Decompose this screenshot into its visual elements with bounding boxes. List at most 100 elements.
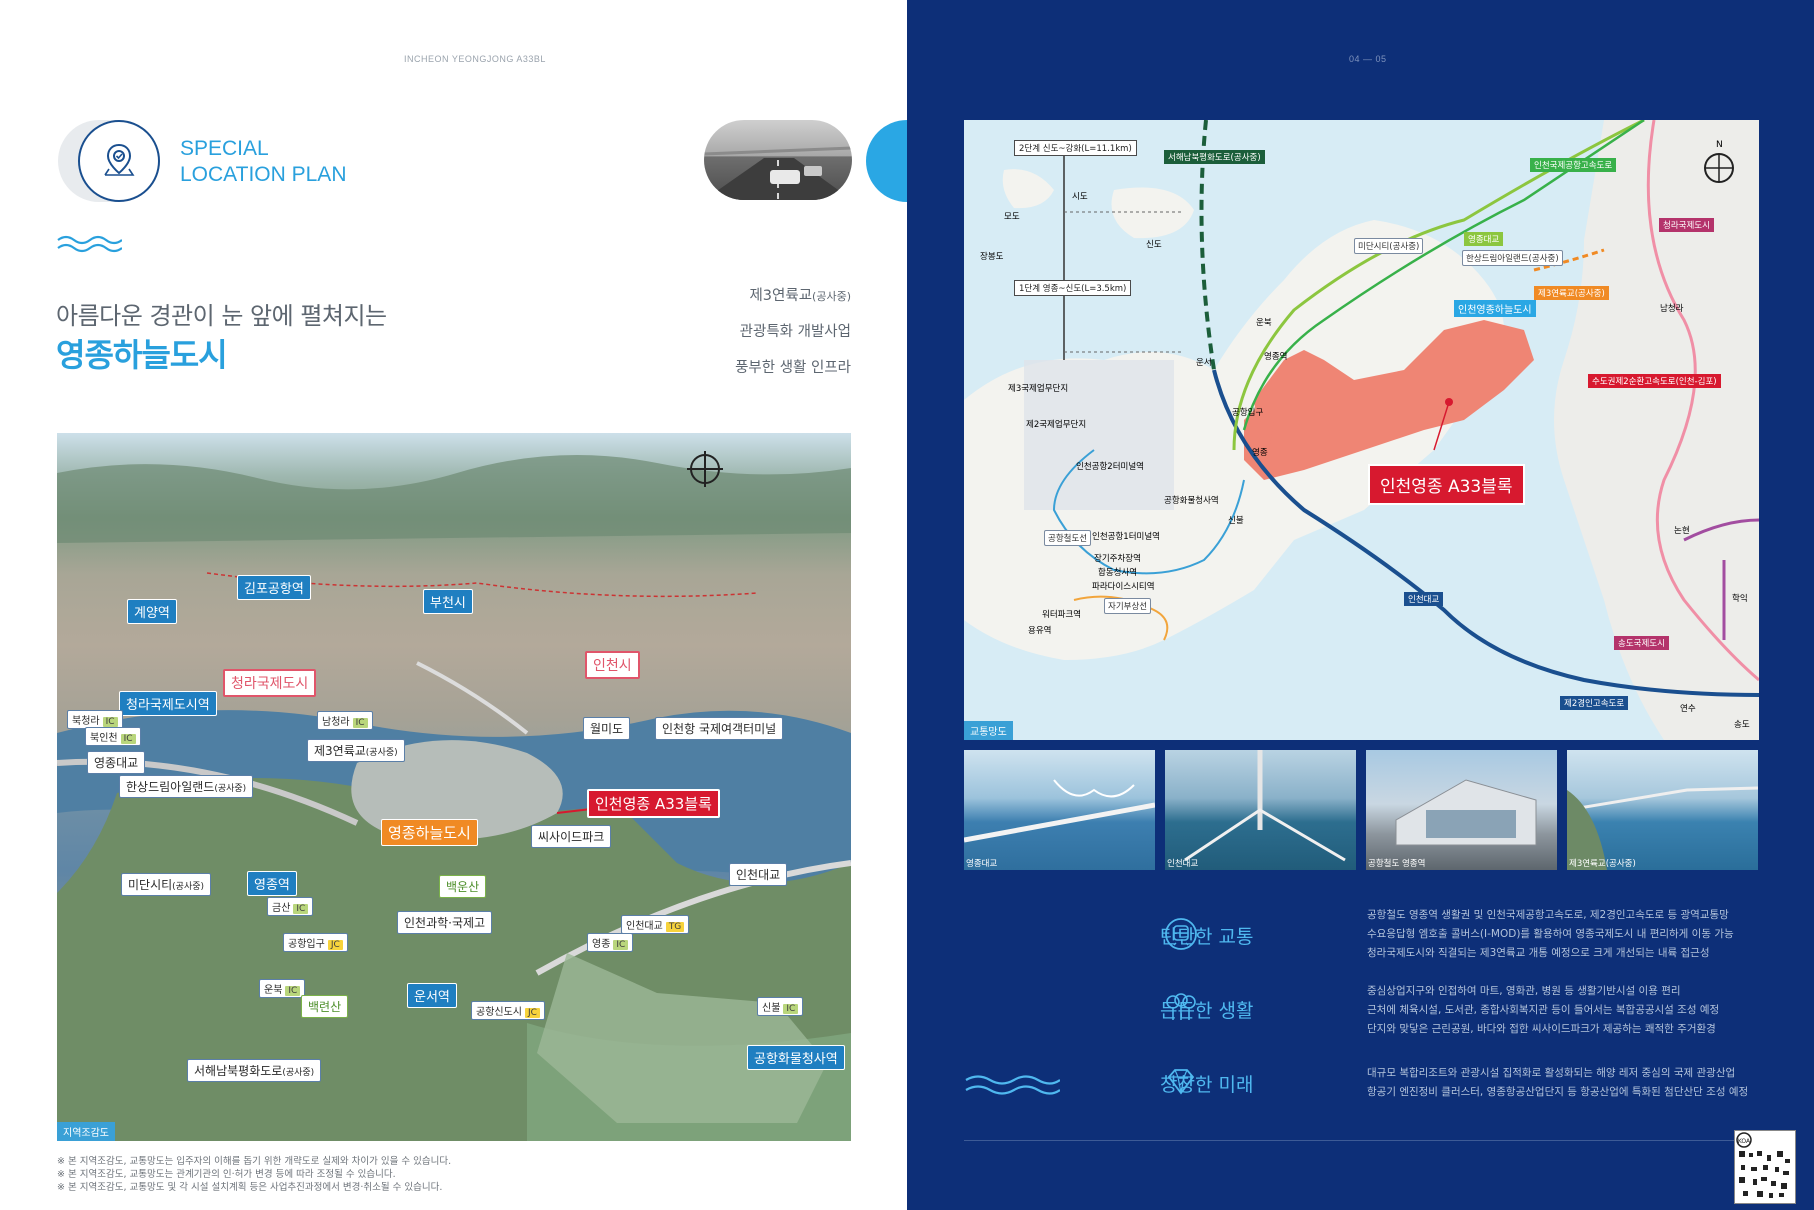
feature-item: 풍부한 생활 인프라 bbox=[735, 360, 851, 376]
photo-bridge3: 제3연륙교(공사중) bbox=[1567, 750, 1758, 870]
right-header: 04 — 05 bbox=[1349, 54, 1387, 64]
label-gimpo-airport: 김포공항역 bbox=[237, 575, 311, 600]
note-line: ※ 본 지역조감도, 교통망도는 입주자의 이해를 돕기 위한 개략도로 실제와… bbox=[57, 1156, 452, 1167]
label-cargo: 공항화물청사역 bbox=[1164, 496, 1219, 506]
aerial-map: 김포공항역 계양역 부천시 인천시 청라국제도시 청라국제도시역 북청라 IC 북… bbox=[57, 433, 851, 1141]
label-bukincheon: 북인천 IC bbox=[85, 727, 141, 746]
label-industrial3: 제3국제업무단지 bbox=[1008, 384, 1069, 394]
label-science-high: 인천과학·국제고 bbox=[397, 911, 493, 934]
label-cheongna: 청라국제도시 bbox=[1659, 218, 1714, 232]
label-airport-entrance: 공항입구 JC bbox=[283, 933, 348, 952]
label-expressway2: 제2경인고속도로 bbox=[1560, 696, 1629, 710]
label-yeongjong-sky-city: 영종하늘도시 bbox=[381, 819, 478, 846]
photo-caption: 제3연륙교(공사중) bbox=[1569, 859, 1636, 869]
label-expressway1: 인천국제공항고속도로 bbox=[1530, 158, 1617, 172]
label-sindo: 신도 bbox=[1146, 240, 1162, 250]
label-sido: 시도 bbox=[1072, 192, 1088, 202]
headline-strong: 영종하늘도시 bbox=[56, 336, 228, 374]
label-incheon-city: 인천시 bbox=[585, 651, 640, 679]
benefit-description: 공항철도 영종역 생활권 및 인천국제공항고속도로, 제2경인고속도로 등 광역… bbox=[1367, 909, 1734, 959]
label-industrial2: 제2국제업무단지 bbox=[1026, 420, 1087, 430]
label-seaside-park: 씨사이드파크 bbox=[531, 825, 612, 848]
label-songdo: 송도국제도시 bbox=[1614, 636, 1669, 650]
label-a33-block: 인천영종 A33블록 bbox=[587, 789, 720, 818]
label-cruise-terminal: 인천항 국제여객터미널 bbox=[655, 717, 784, 740]
label-incheon-bridge: 인천대교 bbox=[1404, 592, 1444, 606]
label-seohae-road: 서해남북평화도로(공사중) bbox=[1164, 150, 1265, 164]
photo-caption: 인천대교 bbox=[1167, 859, 1199, 869]
label-incheon-bridge: 인천대교 bbox=[729, 863, 788, 886]
label-bridge3: 제3연륙교(공사중) bbox=[1534, 286, 1609, 300]
label-seohae-road: 서해남북평화도로(공사중) bbox=[187, 1059, 322, 1082]
label-waterpark: 워터파크역 bbox=[1042, 610, 1082, 620]
benefit-title: 창창한 미래 bbox=[1160, 1074, 1254, 1096]
label-midan: 미단시티(공사중) bbox=[1354, 238, 1424, 254]
qr-code: KOA bbox=[1734, 1130, 1796, 1204]
label-yongyu: 용유역 bbox=[1028, 626, 1052, 636]
label-gyeyang: 계양역 bbox=[127, 599, 177, 624]
label-songdo-ic: 송도 bbox=[1734, 720, 1750, 730]
photo-yeongjong-bridge: 영종대교 bbox=[964, 750, 1155, 870]
label-midan: 미단시티(공사중) bbox=[121, 873, 212, 896]
label-hansang: 한상드림아일랜드(공사중) bbox=[119, 775, 254, 798]
label-geumsan: 금산 IC bbox=[267, 897, 314, 916]
benefit-title: 탄탄한 교통 bbox=[1160, 926, 1254, 948]
photo-caption: 공항철도 영종역 bbox=[1368, 859, 1426, 869]
label-sky-city: 인천영종하늘도시 bbox=[1454, 300, 1536, 317]
label-airport-entrance: 공항입구 bbox=[1232, 408, 1264, 418]
feature-item: 제3연륙교(공사중) bbox=[749, 288, 851, 304]
section-title-line2: LOCATION PLAN bbox=[180, 163, 347, 186]
label-yeongjong-bridge: 영종대교 bbox=[87, 751, 146, 774]
label-airport-rail: 공항철도선 bbox=[1044, 530, 1092, 546]
note-line: ※ 본 지역조감도, 교통망도 및 각 시설 설치계획 등은 사업추진과정에서 … bbox=[57, 1182, 443, 1193]
label-hakik: 학익 bbox=[1732, 594, 1748, 604]
section-title-line1: SPECIAL bbox=[180, 137, 269, 160]
feature-item: 관광특화 개발사업 bbox=[739, 324, 851, 340]
label-cheongna-station: 청라국제도시역 bbox=[119, 691, 217, 716]
label-unbuk: 운북 IC bbox=[259, 979, 306, 998]
label-jangbongdo: 장봉도 bbox=[980, 252, 1004, 262]
headline: 아름다운 경관이 눈 앞에 펼쳐지는 bbox=[56, 302, 387, 330]
svg-text:KOA: KOA bbox=[1738, 1138, 1751, 1145]
benefit-title: 든든한 생활 bbox=[1160, 1000, 1254, 1022]
label-longterm: 장기주차장역 bbox=[1094, 554, 1141, 564]
wave-icon bbox=[57, 235, 122, 253]
label-yeonsu: 연수 bbox=[1680, 704, 1696, 714]
label-terminal2: 인천공항2터미널역 bbox=[1076, 462, 1144, 472]
location-pin-icon bbox=[78, 120, 160, 202]
label-unseo-station: 운서역 bbox=[407, 983, 457, 1008]
divider bbox=[964, 1140, 1759, 1141]
disclaimer-notes: ※ 본 지역조감도, 교통망도는 입주자의 이해를 돕기 위한 개략도로 실제와… bbox=[57, 1155, 451, 1194]
left-page: INCHEON YEONGJONG A33BL SPECIAL LOCATION… bbox=[0, 0, 948, 1210]
label-sudokwon: 수도권제2순환고속도로(인천-김포) bbox=[1588, 374, 1721, 388]
label-bucheon: 부천시 bbox=[423, 589, 473, 614]
aerial-corner-label: 지역조감도 bbox=[57, 1122, 115, 1141]
label-yeongjong-station: 영종역 bbox=[1264, 352, 1288, 362]
label-hansang: 한상드림아일랜드(공사중) bbox=[1462, 250, 1563, 266]
benefit-description: 중심상업지구와 인접하여 마트, 영화관, 병원 등 생활기반시설 이용 편리 … bbox=[1367, 985, 1720, 1035]
label-nonhyeon: 논현 bbox=[1674, 526, 1690, 536]
label-cargo-station: 공항화물청사역 bbox=[747, 1045, 845, 1070]
label-namcheongna: 남청라 IC bbox=[317, 711, 373, 730]
label-namcheongna: 남청라 bbox=[1660, 304, 1684, 314]
callout-a33: 인천영종 A33블록 bbox=[1368, 464, 1525, 505]
label-hapdong: 합동청사역 bbox=[1098, 568, 1138, 578]
section-title: SPECIAL LOCATION PLAN bbox=[180, 136, 346, 188]
label-baekunsan: 백운산 bbox=[439, 875, 487, 898]
label-terminal1: 인천공항1터미널역 bbox=[1092, 532, 1160, 542]
label-jagi: 자기부상선 bbox=[1104, 598, 1152, 614]
label-cheongna-city: 청라국제도시 bbox=[223, 669, 317, 697]
label-unbuk: 운북 bbox=[1256, 318, 1272, 328]
label-airport-new-city: 공항신도시 JC bbox=[471, 1001, 545, 1020]
label-yeongjong-bridge: 영종대교 bbox=[1464, 232, 1504, 246]
note-line: ※ 본 지역조감도, 교통망도는 관계기관의 인·허가 변경 등에 따라 조정될… bbox=[57, 1169, 396, 1180]
label-baekryeonsan: 백련산 bbox=[301, 995, 349, 1018]
photo-airport-rail-station: 공항철도 영종역 bbox=[1366, 750, 1557, 870]
label-yeongjong-ic: 영종 IC bbox=[587, 933, 634, 952]
label-sinbul: 신불 IC bbox=[757, 997, 804, 1016]
label-wolmido: 월미도 bbox=[583, 717, 631, 740]
wave-icon bbox=[965, 1075, 1060, 1095]
label-phase1: 1단계 영종~신도(L=3.5km) bbox=[1014, 280, 1132, 296]
left-header: INCHEON YEONGJONG A33BL bbox=[404, 54, 546, 64]
photo-incheon-bridge: 인천대교 bbox=[1165, 750, 1356, 870]
